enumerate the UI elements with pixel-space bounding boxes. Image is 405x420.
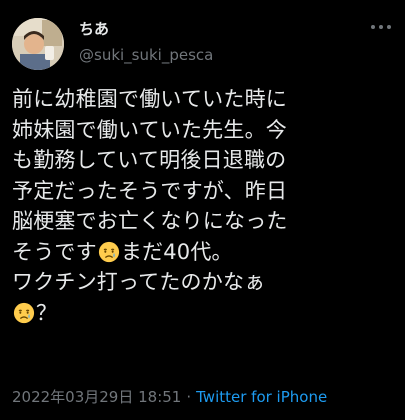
tweet-text-segment: そうです <box>12 239 97 264</box>
tweet-line: 姉妹園で働いていた先生。今 <box>12 117 287 142</box>
separator: · <box>186 388 192 406</box>
tweet-text-segment: ？ <box>36 300 58 325</box>
crying-face-icon <box>98 241 120 263</box>
avatar[interactable] <box>12 18 64 70</box>
avatar-image <box>12 18 64 70</box>
tweet-line: 前に幼稚園で働いていた時に <box>12 87 287 111</box>
tweet-line: そうです まだ40代。 <box>12 237 397 268</box>
crying-face-icon <box>13 302 35 324</box>
tweet-text: 前に幼稚園で働いていた時に 姉妹園で働いていた先生。今 も勤務していて明後日退職… <box>12 84 397 328</box>
source-link[interactable]: Twitter for iPhone <box>196 388 327 406</box>
display-name[interactable]: ちあ <box>79 18 109 39</box>
user-handle[interactable]: @suki_suki_pesca <box>79 46 213 64</box>
tweet-card: ちあ @suki_suki_pesca 前に幼稚園で働いていた時に 姉妹園で働い… <box>0 0 405 420</box>
timestamp[interactable]: 2022年03月29日 18:51 <box>12 388 181 406</box>
more-options-icon[interactable] <box>371 22 391 32</box>
tweet-line: も勤務していて明後日退職の <box>12 148 287 172</box>
tweet-line: 脳梗塞でお亡くなりになった <box>12 209 288 233</box>
tweet-line: ワクチン打ってたのかなぁ <box>12 270 266 294</box>
tweet-text-segment: まだ40代。 <box>120 239 233 264</box>
tweet-metadata: 2022年03月29日 18:51 · Twitter for iPhone <box>12 386 327 407</box>
tweet-line: 予定だったそうですが、昨日 <box>12 178 288 203</box>
tweet-line: ？ <box>12 298 397 329</box>
